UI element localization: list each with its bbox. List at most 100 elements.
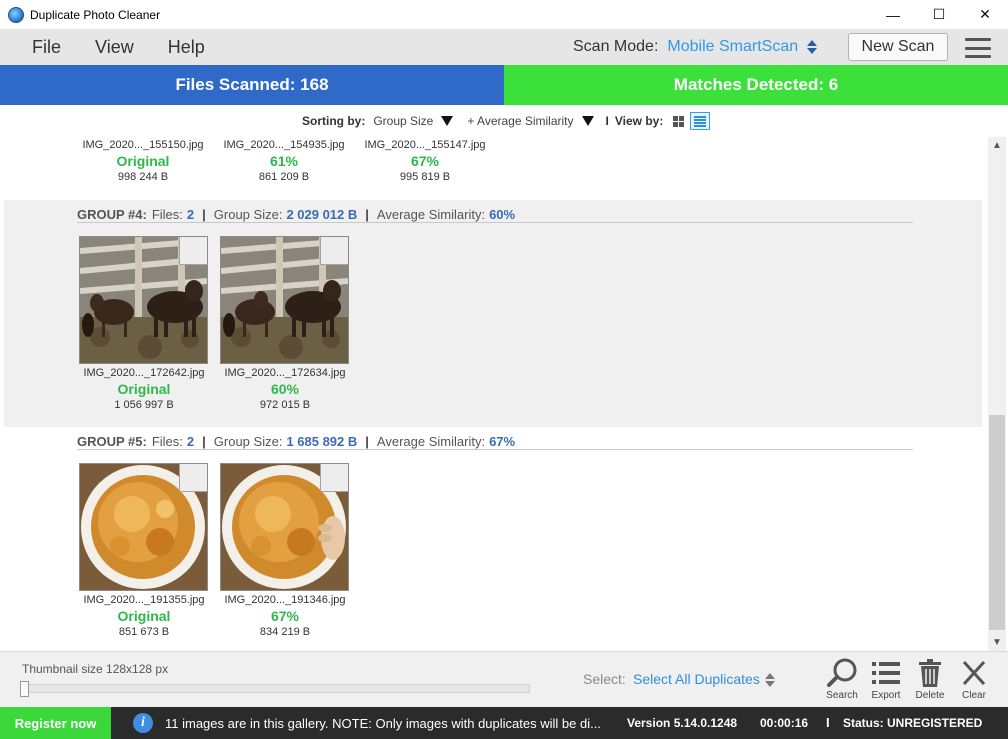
scan-mode-value[interactable]: Mobile SmartScan (667, 38, 798, 56)
elapsed-time: 00:00:16 (760, 716, 809, 730)
sort-primary-dropdown-icon[interactable] (441, 116, 454, 126)
scan-mode-dropdown-icon[interactable] (806, 40, 817, 54)
sort-secondary[interactable]: + Average Similarity (467, 114, 573, 128)
file-size: 995 819 B (399, 171, 451, 183)
selection-checkbox[interactable] (320, 237, 348, 265)
select-dropdown[interactable]: Select All Duplicates (633, 671, 760, 687)
gallery-item[interactable]: IMG_2020..._155150.jpg Original 998 244 … (78, 137, 208, 183)
menu-file[interactable]: File (32, 37, 61, 58)
search-label: Search (826, 690, 858, 701)
gallery-item[interactable]: IMG_2020..._172634.jpg 60% 972 015 B (220, 236, 350, 411)
list-view-icon[interactable] (690, 112, 711, 130)
menu-view[interactable]: View (95, 37, 134, 58)
file-size: 834 219 B (259, 626, 311, 638)
scroll-up-icon[interactable]: ▲ (992, 140, 1002, 151)
menu-help[interactable]: Help (168, 37, 205, 58)
header-separator: | (365, 434, 369, 449)
trash-icon (910, 658, 950, 688)
app-logo-icon (8, 6, 24, 23)
file-size: 851 673 B (118, 626, 170, 638)
gallery-item[interactable]: IMG_2020..._154935.jpg 61% 861 209 B (219, 137, 349, 183)
similarity-label: 67% (410, 153, 440, 169)
clear-label: Clear (962, 690, 986, 701)
new-scan-button[interactable]: New Scan (848, 33, 948, 61)
group-5: GROUP #5: Files: 2 | Group Size: 1 685 8… (4, 427, 982, 651)
thumbnail-pie[interactable] (79, 463, 208, 591)
scan-stats: Files Scanned: 168 Matches Detected: 6 (0, 65, 1008, 105)
select-dropdown-icon[interactable] (765, 673, 775, 687)
group-title: GROUP #5: (77, 434, 147, 449)
grid-view-icon[interactable] (673, 115, 685, 127)
gallery-scrollbar[interactable]: ▲ ▼ (988, 137, 1006, 651)
avg-similarity-value: 67% (489, 434, 516, 449)
files-label: Files: (151, 207, 183, 222)
status-message: 11 images are in this gallery. NOTE: Onl… (165, 716, 601, 731)
hamburger-menu-icon[interactable] (965, 38, 991, 58)
similarity-label: 61% (269, 153, 299, 169)
window-title: Duplicate Photo Cleaner (30, 7, 161, 22)
header-separator: | (202, 207, 206, 222)
similarity-label: 60% (270, 381, 300, 397)
file-name: IMG_2020..._191355.jpg (83, 594, 205, 606)
minimize-button[interactable]: — (870, 0, 916, 29)
export-label: Export (871, 690, 901, 701)
delete-button[interactable]: Delete (910, 658, 950, 701)
selection-checkbox[interactable] (179, 237, 207, 265)
close-button[interactable]: ✕ (962, 0, 1008, 29)
avg-similarity-label: Average Similarity: (376, 207, 486, 222)
gallery-item[interactable]: IMG_2020..._172642.jpg Original 1 056 99… (79, 236, 209, 411)
gallery: IMG_2020..._155150.jpg Original 998 244 … (0, 137, 988, 651)
file-size: 998 244 B (117, 171, 169, 183)
maximize-button[interactable]: ☐ (916, 0, 962, 29)
file-name: IMG_2020..._155147.jpg (364, 139, 486, 151)
status-bar: Register now i 11 images are in this gal… (0, 707, 1008, 739)
registration-status: Status: UNREGISTERED (843, 716, 983, 730)
file-name: IMG_2020..._191346.jpg (224, 594, 346, 606)
group-size-value: 1 685 892 B (286, 434, 358, 449)
gallery-item[interactable]: IMG_2020..._155147.jpg 67% 995 819 B (360, 137, 490, 183)
original-label: Original (117, 608, 171, 624)
sort-primary[interactable]: Group Size (373, 114, 433, 128)
clear-button[interactable]: Clear (954, 658, 994, 701)
file-size: 1 056 997 B (114, 399, 174, 411)
files-label: Files: (151, 434, 183, 449)
similarity-label: 67% (270, 608, 300, 624)
file-name: IMG_2020..._154935.jpg (223, 139, 345, 151)
sort-secondary-dropdown-icon[interactable] (581, 116, 594, 126)
scroll-thumb[interactable] (989, 415, 1005, 630)
scan-mode-selector[interactable]: Scan Mode: Mobile SmartScan (573, 29, 817, 65)
sort-separator: I (605, 114, 609, 128)
original-label: Original (116, 153, 170, 169)
group-divider (77, 222, 913, 223)
avg-similarity-value: 60% (489, 207, 516, 222)
menu-bar: File View Help Scan Mode: Mobile SmartSc… (0, 29, 1008, 65)
selection-checkbox[interactable] (320, 464, 348, 492)
scan-mode-label: Scan Mode: (573, 38, 659, 55)
files-count: 2 (186, 207, 195, 222)
group-size-label: Group Size: (213, 207, 283, 222)
file-name: IMG_2020..._172642.jpg (83, 367, 205, 379)
group-divider (77, 449, 913, 450)
gallery-item[interactable]: IMG_2020..._191355.jpg Original 851 673 … (79, 463, 209, 638)
search-icon (822, 658, 862, 688)
group-size-value: 2 029 012 B (286, 207, 358, 222)
delete-label: Delete (915, 690, 945, 701)
gallery-item[interactable]: IMG_2020..._191346.jpg 67% 834 219 B (220, 463, 350, 638)
thumbnail-goats[interactable] (220, 236, 349, 364)
scroll-down-icon[interactable]: ▼ (992, 637, 1002, 648)
register-now-button[interactable]: Register now (0, 707, 111, 739)
search-button[interactable]: Search (822, 658, 862, 701)
selection-checkbox[interactable] (179, 464, 207, 492)
header-separator: | (202, 434, 206, 449)
thumbnail-pie[interactable] (220, 463, 349, 591)
title-bar: Duplicate Photo Cleaner — ☐ ✕ (0, 0, 1008, 29)
files-count: 2 (186, 434, 195, 449)
thumbnail-goats[interactable] (79, 236, 208, 364)
group-4: GROUP #4: Files: 2 | Group Size: 2 029 0… (4, 200, 982, 427)
export-button[interactable]: Export (866, 658, 906, 701)
thumbnail-size-slider-handle[interactable] (20, 681, 29, 697)
file-size: 861 209 B (258, 171, 310, 183)
thumbnail-size-slider[interactable] (22, 684, 530, 693)
file-name: IMG_2020..._172634.jpg (224, 367, 346, 379)
avg-similarity-label: Average Similarity: (376, 434, 486, 449)
